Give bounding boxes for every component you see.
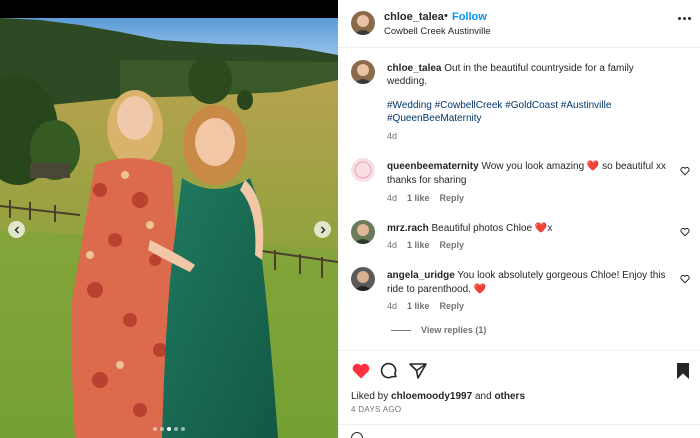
comment-text: queenbeematernity Wow you look amazing ❤… xyxy=(387,160,677,188)
next-photo-button[interactable] xyxy=(314,221,331,238)
comment-text: angela_uridge You look absolutely gorgeo… xyxy=(387,269,677,297)
heart-outline-icon[interactable] xyxy=(680,166,690,176)
comment-age: 4d xyxy=(387,240,398,250)
comment-avatar[interactable] xyxy=(351,158,375,182)
comment-meta: 4d 1 like Reply xyxy=(387,240,464,250)
caption-time: 4d xyxy=(387,131,398,141)
post-location[interactable]: Cowbell Creek Austinville xyxy=(384,26,491,37)
share-icon[interactable] xyxy=(408,361,428,381)
caption-avatar[interactable] xyxy=(351,60,375,84)
caption-hashtags[interactable]: #Wedding #CowbellCreek #GoldCoast #Austi… xyxy=(387,99,637,125)
reply-button[interactable]: Reply xyxy=(440,240,465,250)
post-panel: chloe_talea • Follow Cowbell Creek Austi… xyxy=(338,0,700,438)
caption-username[interactable]: chloe_talea xyxy=(387,63,441,74)
more-options-icon xyxy=(687,16,691,20)
more-options-button[interactable] xyxy=(676,12,692,24)
comment-meta: 4d 1 like Reply xyxy=(387,301,464,311)
reply-button[interactable]: Reply xyxy=(440,193,465,203)
comment-body: Beautiful photos Chloe ❤️x xyxy=(431,223,553,234)
heart-outline-icon[interactable] xyxy=(680,227,690,237)
comment-text: mrz.rach Beautiful photos Chloe ❤️x xyxy=(387,222,677,236)
reply-button[interactable]: Reply xyxy=(440,301,465,311)
chevron-left-icon xyxy=(14,226,19,233)
comment-age: 4d xyxy=(387,301,398,311)
photo-scene xyxy=(0,0,338,438)
more-options-icon xyxy=(677,16,681,20)
view-replies-line xyxy=(391,329,411,331)
header-separator: • xyxy=(444,10,448,22)
caption-avatar-image xyxy=(351,60,375,84)
author-avatar-image xyxy=(351,11,375,35)
carousel-dot xyxy=(160,427,164,431)
caption-text: chloe_talea Out in the beautiful country… xyxy=(387,62,667,88)
follow-button[interactable]: Follow xyxy=(452,11,487,23)
view-replies-label: View replies (1) xyxy=(421,325,487,335)
comment-avatar[interactable] xyxy=(351,220,375,244)
post-photo xyxy=(0,0,338,438)
queenbee-logo-icon xyxy=(351,158,375,182)
heart-outline-icon[interactable] xyxy=(680,274,690,284)
comment-age: 4d xyxy=(387,193,398,203)
post-header: chloe_talea • Follow Cowbell Creek Austi… xyxy=(338,0,700,48)
author-avatar[interactable] xyxy=(351,11,375,35)
comment-likes[interactable]: 1 like xyxy=(407,301,430,311)
divider xyxy=(338,424,700,425)
emoji-icon[interactable] xyxy=(351,432,363,438)
likes-user[interactable]: chloemoody1997 xyxy=(391,391,472,402)
carousel-dot xyxy=(153,427,157,431)
comment-avatar[interactable] xyxy=(351,267,375,291)
comment-avatar-image xyxy=(351,220,375,244)
carousel-dot xyxy=(181,427,185,431)
comment-meta: 4d 1 like Reply xyxy=(387,193,464,203)
carousel-indicator xyxy=(0,427,338,431)
comment-likes[interactable]: 1 like xyxy=(407,240,430,250)
author-username[interactable]: chloe_talea xyxy=(384,11,444,23)
comment-username[interactable]: mrz.rach xyxy=(387,223,429,234)
comment-username[interactable]: angela_uridge xyxy=(387,270,455,281)
comment-likes[interactable]: 1 like xyxy=(407,193,430,203)
likes-summary: Liked by chloemoody1997 and others xyxy=(351,391,525,402)
carousel-dot-active xyxy=(167,427,171,431)
carousel-dot xyxy=(174,427,178,431)
comment-icon[interactable] xyxy=(379,361,399,381)
likes-and: and xyxy=(474,391,492,402)
comment-avatar-image xyxy=(351,267,375,291)
chevron-right-icon xyxy=(320,226,325,233)
comment-username[interactable]: queenbeematernity xyxy=(387,161,479,172)
divider xyxy=(338,350,700,351)
view-replies-button[interactable]: View replies (1) xyxy=(391,325,486,335)
previous-photo-button[interactable] xyxy=(8,221,25,238)
more-options-icon xyxy=(682,16,686,20)
heart-filled-icon[interactable] xyxy=(351,361,371,381)
likes-others[interactable]: others xyxy=(494,391,525,402)
likes-prefix: Liked by xyxy=(351,391,389,402)
bookmark-icon[interactable] xyxy=(673,361,693,381)
post-date: 4 DAYS AGO xyxy=(351,405,402,414)
